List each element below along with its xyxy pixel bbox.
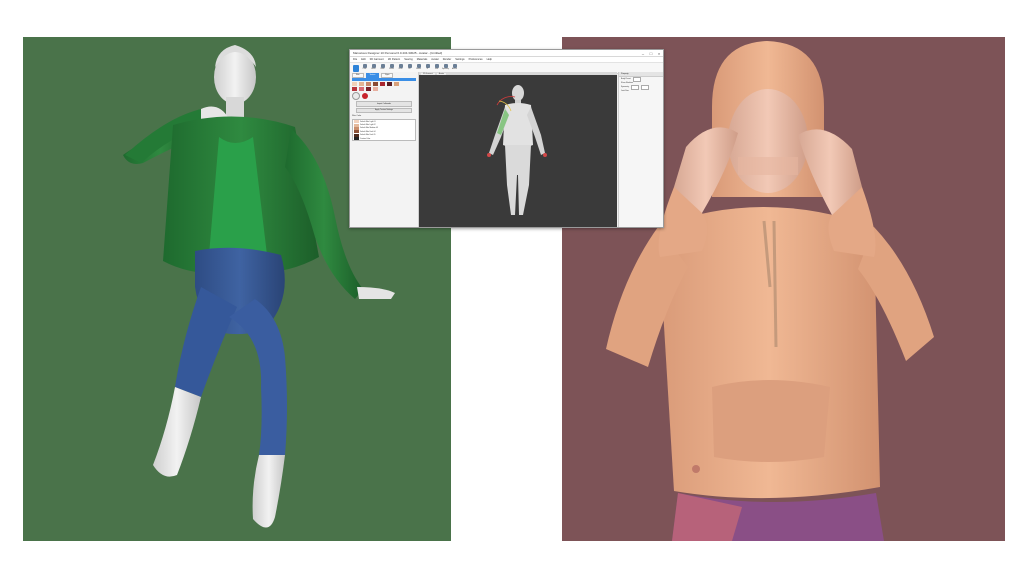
app-body: Skin Texture Eyes Import Ceftinader Appl… [350, 72, 663, 227]
symmetry-icon [443, 64, 448, 68]
maximize-button[interactable]: □ [647, 50, 655, 56]
tool-mirror[interactable]: Mirror [370, 64, 377, 72]
3d-viewport[interactable]: 3D Garment Avatar [419, 72, 617, 227]
lip-swatch-2[interactable] [359, 87, 364, 91]
color-chip [354, 137, 359, 141]
skin-swatch-5[interactable] [380, 82, 385, 86]
menu-sewing[interactable]: Sewing [404, 58, 413, 61]
anchor-icon [452, 64, 457, 68]
left-panel-tabs: Skin Texture Eyes [352, 72, 416, 78]
menu-preferences[interactable]: Preferences [469, 58, 483, 61]
select-tool-icon[interactable] [353, 64, 359, 72]
skin-swatch-6[interactable] [387, 82, 392, 86]
tool-pose[interactable]: Pose [361, 64, 368, 72]
tab-eyes[interactable]: Eyes [381, 72, 394, 78]
skin-swatch-3[interactable] [366, 82, 371, 86]
import-button[interactable]: Import Ceftinader [356, 101, 412, 107]
window-titlebar[interactable]: Marvelous Designer 10 Personal 6.0.434.3… [350, 50, 663, 57]
list-item[interactable]: Custom Color [353, 137, 415, 141]
skin-color-list: Default Skin Light 01 Default Skin Light… [352, 119, 416, 142]
lip-swatch-4[interactable] [373, 87, 378, 91]
pose-icon [362, 64, 367, 68]
eye-color-icon[interactable] [362, 93, 368, 99]
close-button[interactable]: × [655, 50, 663, 56]
mirror-icon [371, 64, 376, 68]
lip-swatch-3[interactable] [366, 87, 371, 91]
pin-icon [407, 64, 412, 68]
minimize-button[interactable]: – [639, 50, 647, 56]
skin-swatch-4[interactable] [373, 82, 378, 86]
color-section-label: Skin Color [352, 115, 362, 117]
property-dropdown[interactable] [632, 76, 641, 82]
designer-app-window[interactable]: Marvelous Designer 10 Personal 6.0.434.3… [349, 49, 664, 228]
freeze-icon [416, 64, 421, 68]
menu-avatar[interactable]: Avatar [431, 58, 438, 61]
menu-render[interactable]: Render [443, 58, 452, 61]
property-panel: Property Body Preset Show Skeleton Symme… [618, 72, 663, 227]
skin-swatch-7[interactable] [394, 82, 399, 86]
tool-rotate[interactable]: Rotate [388, 64, 395, 72]
lip-swatch-row [352, 87, 416, 91]
avatar-3d-model[interactable] [419, 75, 617, 225]
avatar-editor-panel: Skin Texture Eyes Import Ceftinader Appl… [350, 72, 419, 227]
tool-scale[interactable]: Scale [397, 64, 404, 72]
tab-texture[interactable]: Texture [365, 72, 380, 78]
tool-joint[interactable]: Joint [433, 64, 440, 72]
menu-edit[interactable]: Edit [361, 58, 365, 61]
skin-swatch-row [352, 82, 416, 86]
menu-2d-pattern[interactable]: 2D Pattern [388, 58, 400, 61]
menu-help[interactable]: Help [487, 58, 492, 61]
eye-white-icon[interactable] [352, 92, 360, 100]
tool-freeze[interactable]: Freeze [415, 64, 422, 72]
tool-pin[interactable]: Pin [406, 64, 413, 72]
skin-swatch-1[interactable] [352, 82, 357, 86]
tab-skin[interactable]: Skin [352, 72, 364, 78]
symmetry-toggle[interactable] [631, 84, 640, 90]
menu-3d-garment[interactable]: 3D Garment [370, 58, 384, 61]
symmetry-toggle-2[interactable] [641, 84, 650, 90]
joint-icon [434, 64, 439, 68]
menu-file[interactable]: File [353, 58, 357, 61]
tool-ik[interactable]: IK [424, 64, 431, 72]
color-section-header: Skin Color [352, 114, 416, 118]
eye-preview-row [352, 92, 416, 100]
lip-swatch-1[interactable] [352, 87, 357, 91]
ik-icon [425, 64, 430, 68]
scale-icon [398, 64, 403, 68]
apply-texture-button[interactable]: Apply Texture Settings [356, 107, 412, 113]
tool-move[interactable]: Move [379, 64, 386, 72]
selected-preset-bar[interactable] [352, 78, 416, 81]
tool-symmetry[interactable]: Symmetry [442, 64, 449, 72]
move-icon [380, 64, 385, 68]
window-title: Marvelous Designer 10 Personal 6.0.434.3… [353, 51, 443, 55]
rotate-icon [389, 64, 394, 68]
skin-swatch-2[interactable] [359, 82, 364, 86]
menu-materials[interactable]: Materials [417, 58, 428, 61]
menu-settings[interactable]: Settings [455, 58, 464, 61]
tool-anchor[interactable]: Anchor [451, 64, 458, 72]
property-row[interactable]: Joint Size [619, 89, 663, 93]
